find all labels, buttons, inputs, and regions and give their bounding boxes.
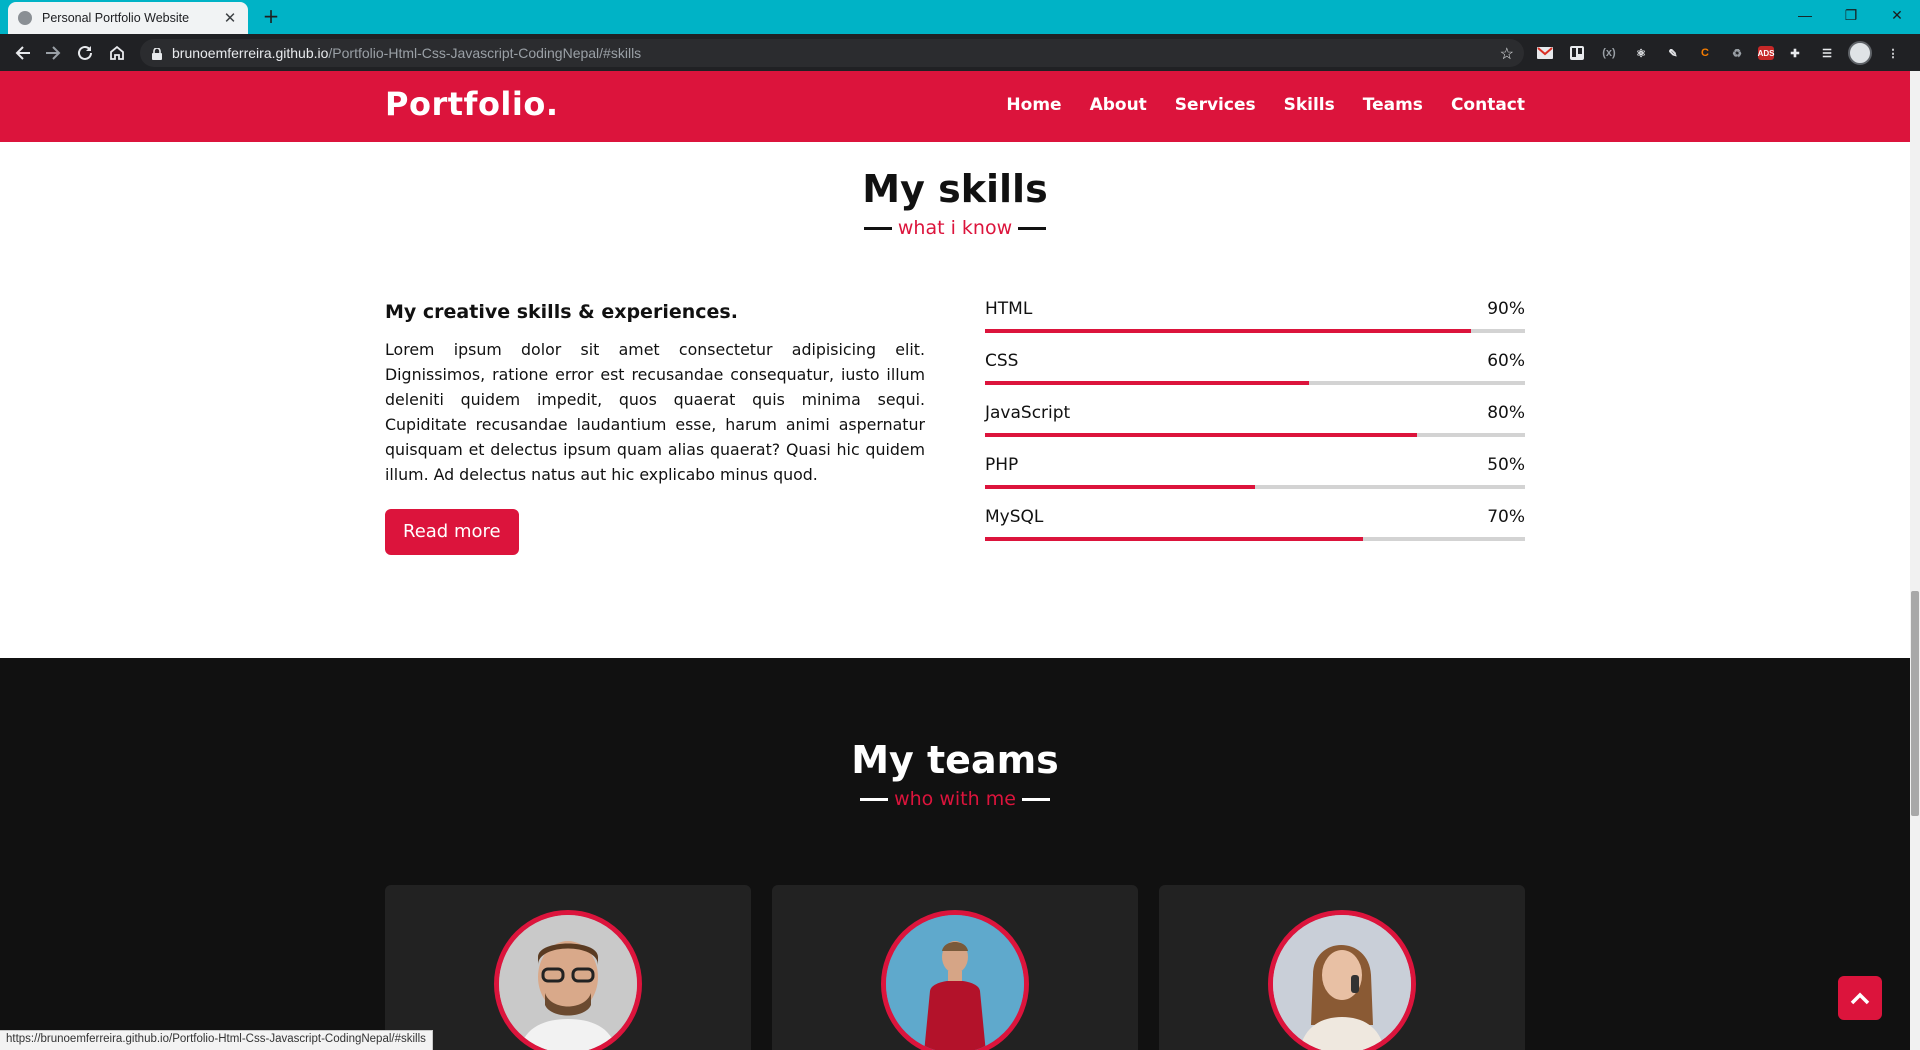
teams-subtitle-text: who with me <box>894 788 1016 810</box>
extensions-area: (x) ⚛ ✎ C ♻ ADS ✚ ☰ ⋮ <box>1534 41 1904 65</box>
puzzle-extensions-icon[interactable]: ✚ <box>1784 42 1806 64</box>
browser-tab-strip: Personal Portfolio Website ✕ + — ❐ ✕ <box>0 0 1920 34</box>
page-viewport: Portfolio. Home About Services Skills Te… <box>0 71 1920 1050</box>
skill-javascript: JavaScript 80% <box>985 403 1525 455</box>
trello-extension-icon[interactable] <box>1566 42 1588 64</box>
skill-fill <box>985 381 1309 385</box>
menu-about-link[interactable]: About <box>1090 95 1147 115</box>
read-more-button[interactable]: Read more <box>385 509 519 555</box>
menu-teams-link[interactable]: Teams <box>1363 95 1423 115</box>
close-tab-icon[interactable]: ✕ <box>222 9 238 27</box>
team-card <box>1159 885 1525 1050</box>
lock-icon <box>152 47 162 60</box>
skill-track <box>985 537 1525 541</box>
teams-title-block: My teams who with me <box>0 738 1910 810</box>
back-icon[interactable] <box>10 40 36 66</box>
skill-track <box>985 433 1525 437</box>
subtitle-line-right <box>1018 226 1047 230</box>
ads-extension-icon[interactable]: ADS <box>1758 46 1774 60</box>
menu-services-link[interactable]: Services <box>1175 95 1256 115</box>
skill-name: JavaScript <box>985 403 1071 423</box>
scrollbar-thumb[interactable] <box>1911 591 1919 816</box>
skill-track <box>985 381 1525 385</box>
forward-icon[interactable] <box>40 40 66 66</box>
skill-css: CSS 60% <box>985 351 1525 403</box>
subtitle-line-left <box>863 226 892 230</box>
skills-heading: My creative skills & experiences. <box>385 301 738 323</box>
skill-percent: 60% <box>1487 351 1525 371</box>
skill-php: PHP 50% <box>985 455 1525 507</box>
address-bar[interactable]: brunoemferreira.github.io/Portfolio-Html… <box>140 39 1524 67</box>
team-card <box>772 885 1138 1050</box>
skills-description: My creative skills & experiences. Lorem … <box>385 301 925 555</box>
skill-fill <box>985 485 1255 489</box>
team-member-photo <box>1268 910 1416 1050</box>
main-menu: Home About Services Skills Teams Contact <box>1006 95 1525 115</box>
pen-extension-icon[interactable]: ✎ <box>1662 42 1684 64</box>
reading-list-icon[interactable]: ☰ <box>1816 42 1838 64</box>
browser-tab[interactable]: Personal Portfolio Website ✕ <box>8 2 248 34</box>
browser-toolbar: brunoemferreira.github.io/Portfolio-Html… <box>0 34 1920 71</box>
teams-section: My teams who with me <box>0 658 1910 1050</box>
react-devtools-icon[interactable]: ⚛ <box>1630 42 1652 64</box>
close-window-icon[interactable]: ✕ <box>1874 0 1920 30</box>
chrome-menu-icon[interactable]: ⋮ <box>1882 42 1904 64</box>
home-icon[interactable] <box>104 40 130 66</box>
c-extension-icon[interactable]: C <box>1694 42 1716 64</box>
page-scrollbar[interactable] <box>1910 71 1920 1050</box>
skill-name: HTML <box>985 299 1033 319</box>
site-logo[interactable]: Portfolio. <box>385 85 559 123</box>
skill-track <box>985 329 1525 333</box>
url-host: brunoemferreira.github.io <box>172 45 329 61</box>
extension-icon[interactable]: (x) <box>1598 42 1620 64</box>
skills-paragraph: Lorem ipsum dolor sit amet consectetur a… <box>385 340 925 484</box>
skill-percent: 90% <box>1487 299 1525 319</box>
menu-home-link[interactable]: Home <box>1006 95 1061 115</box>
skill-percent: 70% <box>1487 507 1525 527</box>
skill-html: HTML 90% <box>985 299 1525 351</box>
teams-title: My teams <box>851 738 1059 782</box>
teams-subtitle: who with me <box>854 788 1056 810</box>
skill-mysql: MySQL 70% <box>985 507 1525 559</box>
menu-skills-link[interactable]: Skills <box>1284 95 1335 115</box>
skill-name: CSS <box>985 351 1019 371</box>
restore-icon[interactable]: ❐ <box>1828 0 1874 30</box>
gmail-extension-icon[interactable] <box>1534 42 1556 64</box>
skills-subtitle: what i know <box>858 217 1052 239</box>
site-navbar: Portfolio. Home About Services Skills Te… <box>0 71 1910 142</box>
team-member-photo <box>494 910 642 1050</box>
globe-icon <box>18 11 32 25</box>
skill-name: MySQL <box>985 507 1044 527</box>
minimize-icon[interactable]: — <box>1782 0 1828 30</box>
skills-title: My skills <box>862 167 1048 211</box>
url-path: /Portfolio-Html-Css-Javascript-CodingNep… <box>328 45 642 61</box>
team-member-photo <box>881 910 1029 1050</box>
bookmark-star-icon[interactable]: ☆ <box>1500 44 1514 64</box>
skill-fill <box>985 537 1363 541</box>
skill-percent: 80% <box>1487 403 1525 423</box>
skills-subtitle-text: what i know <box>897 217 1013 239</box>
recycle-extension-icon[interactable]: ♻ <box>1726 42 1748 64</box>
chevron-up-icon <box>1850 992 1870 1005</box>
skill-percent: 50% <box>1487 455 1525 475</box>
skill-bars: HTML 90% CSS 60% JavaScript 80% PHP 50% … <box>985 299 1525 559</box>
scroll-to-top-button[interactable] <box>1838 976 1882 1020</box>
skill-name: PHP <box>985 455 1019 475</box>
new-tab-button[interactable]: + <box>260 6 282 28</box>
profile-avatar-icon[interactable] <box>1848 41 1872 65</box>
team-card <box>385 885 751 1050</box>
skill-track <box>985 485 1525 489</box>
menu-contact-link[interactable]: Contact <box>1451 95 1525 115</box>
subtitle-line-right <box>1021 797 1050 801</box>
skill-fill <box>985 433 1417 437</box>
reload-icon[interactable] <box>72 40 98 66</box>
subtitle-line-left <box>860 797 889 801</box>
skills-title-block: My skills what i know <box>0 167 1910 239</box>
skill-fill <box>985 329 1471 333</box>
tab-title: Personal Portfolio Website <box>42 11 190 25</box>
link-status-bar: https://brunoemferreira.github.io/Portfo… <box>0 1030 433 1050</box>
